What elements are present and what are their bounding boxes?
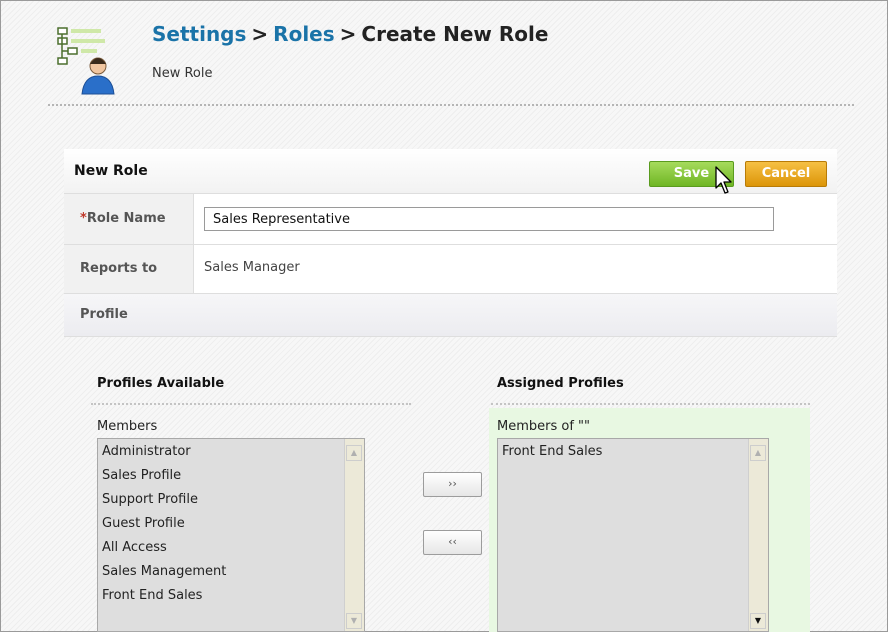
assigned-list-scrollbar[interactable]: ▲ ▼ [748,439,768,631]
assigned-profiles-title: Assigned Profiles [497,376,624,391]
list-item[interactable]: Support Profile [98,488,344,512]
role-name-label-text: Role Name [86,211,166,226]
available-members-label: Members [97,419,158,434]
breadcrumb-separator: > [251,22,269,46]
add-profile-button[interactable]: ›› [423,472,482,497]
available-list-scrollbar[interactable]: ▲ ▼ [344,439,364,631]
reports-to-value[interactable]: Sales Manager [204,260,300,275]
available-profiles-list[interactable]: Administrator Sales Profile Support Prof… [97,438,365,632]
scroll-down-icon[interactable]: ▼ [346,613,362,629]
mouse-pointer-icon [715,166,732,194]
breadcrumb-roles-link[interactable]: Roles [273,22,334,46]
header-divider [48,104,854,106]
breadcrumb: Settings > Roles > Create New Role [152,22,548,46]
reports-to-row: Reports to Sales Manager [64,245,837,294]
remove-profile-button[interactable]: ‹‹ [423,530,482,555]
required-mark: * [80,211,87,226]
assigned-profiles-list[interactable]: Front End Sales ▲ ▼ [497,438,769,632]
profile-label: Profile [80,307,128,322]
assigned-profiles-divider [491,403,810,405]
roles-hierarchy-icon [57,27,115,95]
list-item[interactable]: Guest Profile [98,512,344,536]
scroll-up-icon[interactable]: ▲ [750,445,766,461]
form-title: New Role [74,163,148,179]
profile-row: Profile [64,294,837,337]
profiles-available-title: Profiles Available [97,376,225,391]
assigned-members-label: Members of "" [497,419,590,434]
role-name-input[interactable] [204,207,774,231]
list-item[interactable]: All Access [98,536,344,560]
reports-to-label: Reports to [64,245,194,293]
cancel-button[interactable]: Cancel [745,161,827,187]
scroll-down-icon[interactable]: ▼ [750,613,766,629]
list-item[interactable]: Sales Profile [98,464,344,488]
breadcrumb-separator: > [339,22,357,46]
page-subtitle: New Role [152,66,213,81]
list-item[interactable]: Sales Management [98,560,344,584]
profiles-available-divider [91,403,411,405]
list-item[interactable]: Front End Sales [498,440,748,464]
scroll-up-icon[interactable]: ▲ [346,445,362,461]
breadcrumb-settings-link[interactable]: Settings [152,22,246,46]
list-item[interactable]: Administrator [98,440,344,464]
breadcrumb-current: Create New Role [361,22,549,46]
role-name-row: *Role Name [64,194,837,245]
role-name-label: *Role Name [64,194,194,244]
list-item[interactable]: Front End Sales [98,584,344,608]
